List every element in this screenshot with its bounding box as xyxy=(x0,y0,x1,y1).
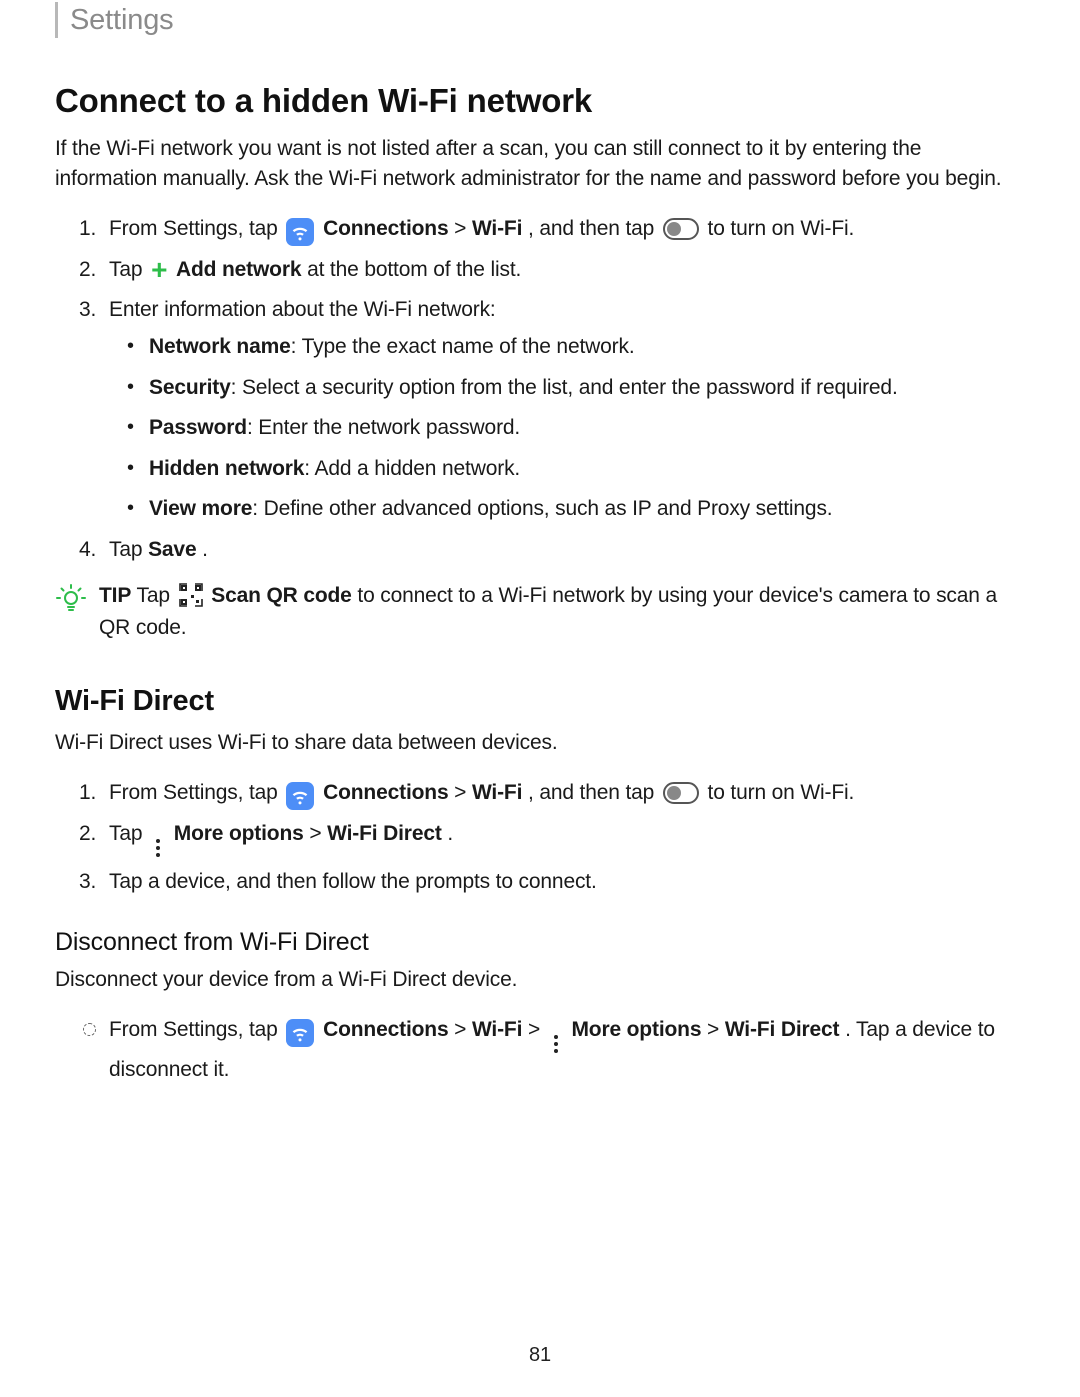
wifi-direct-heading: Wi-Fi Direct xyxy=(55,685,1025,718)
step-number: 3. xyxy=(79,294,96,327)
text: > xyxy=(707,1018,725,1041)
lightbulb-icon xyxy=(55,582,87,614)
connections-label: Connections xyxy=(323,1018,448,1041)
wifi-label: Wi-Fi xyxy=(472,1018,522,1041)
text: > xyxy=(454,1018,472,1041)
page: Settings Connect to a hidden Wi-Fi netwo… xyxy=(0,0,1080,1397)
toggle-icon xyxy=(663,218,699,240)
more-options-label: More options xyxy=(571,1018,701,1041)
step-number: 1. xyxy=(79,213,96,246)
tip-label: TIP xyxy=(99,584,131,607)
scan-qr-label: Scan QR code xyxy=(211,584,351,607)
text: > xyxy=(454,217,472,240)
hidden-network-steps: 1. From Settings, tap Connections > Wi-F… xyxy=(55,213,1025,566)
text: Tap xyxy=(109,538,148,561)
add-network-label: Add network xyxy=(176,258,301,281)
wifi-direct-label: Wi-Fi Direct xyxy=(327,822,442,845)
text: . xyxy=(447,822,453,845)
field-label: Security xyxy=(149,376,231,399)
step-2: 2. Tap More options > Wi-Fi Direct . xyxy=(55,818,1025,858)
text: , and then tap xyxy=(528,217,660,240)
text: at the bottom of the list. xyxy=(307,258,521,281)
save-label: Save xyxy=(148,538,196,561)
text: : Select a security option from the list… xyxy=(231,376,898,399)
step-number: 2. xyxy=(79,254,96,287)
step-number: 2. xyxy=(79,818,96,851)
wifi-label: Wi-Fi xyxy=(472,781,522,804)
list-item: View more: Define other advanced options… xyxy=(109,493,1025,526)
more-options-label: More options xyxy=(174,822,304,845)
step-3: 3. Enter information about the Wi-Fi net… xyxy=(55,294,1025,525)
text: Tap xyxy=(137,584,176,607)
text: > xyxy=(454,781,472,804)
step-3: 3. Tap a device, and then follow the pro… xyxy=(55,866,1025,899)
text: Tap xyxy=(109,822,148,845)
tip-block: TIP Tap Scan QR code to connect to a Wi-… xyxy=(55,580,1025,643)
text: : Define other advanced options, such as… xyxy=(252,497,832,520)
list-item: Network name: Type the exact name of the… xyxy=(109,331,1025,364)
wifi-icon xyxy=(286,1019,314,1047)
section-header: Settings xyxy=(55,0,1025,38)
wifi-icon xyxy=(286,218,314,246)
text: . xyxy=(202,538,208,561)
wifi-icon xyxy=(286,782,314,810)
list-item: Hidden network: Add a hidden network. xyxy=(109,453,1025,486)
step-number: 1. xyxy=(79,777,96,810)
field-label: Network name xyxy=(149,335,291,358)
step-2: 2. Tap + Add network at the bottom of th… xyxy=(55,254,1025,287)
step-1: From Settings, tap Connections > Wi-Fi >… xyxy=(55,1014,1025,1087)
text: , and then tap xyxy=(528,781,660,804)
text: : Type the exact name of the network. xyxy=(291,335,635,358)
text: From Settings, tap xyxy=(109,781,283,804)
step-1: 1. From Settings, tap Connections > Wi-F… xyxy=(55,213,1025,246)
text: From Settings, tap xyxy=(109,217,283,240)
plus-icon: + xyxy=(151,261,167,279)
disconnect-steps: From Settings, tap Connections > Wi-Fi >… xyxy=(55,1014,1025,1087)
section-name: Settings xyxy=(70,4,174,37)
text: to turn on Wi-Fi. xyxy=(708,217,855,240)
disconnect-intro: Disconnect your device from a Wi-Fi Dire… xyxy=(55,965,1025,995)
field-label: Password xyxy=(149,416,247,439)
text: Tap a device, and then follow the prompt… xyxy=(109,870,597,893)
more-options-icon xyxy=(549,1034,563,1054)
step-1: 1. From Settings, tap Connections > Wi-F… xyxy=(55,777,1025,810)
more-options-icon xyxy=(151,838,165,858)
step-4: 4. Tap Save . xyxy=(55,534,1025,567)
disconnect-heading: Disconnect from Wi-Fi Direct xyxy=(55,928,1025,957)
toggle-icon xyxy=(663,782,699,804)
step-number: 4. xyxy=(79,534,96,567)
wifi-label: Wi-Fi xyxy=(472,217,522,240)
tip-text: TIP Tap Scan QR code to connect to a Wi-… xyxy=(99,580,1025,643)
field-label: Hidden network xyxy=(149,457,304,480)
text: to turn on Wi-Fi. xyxy=(708,781,855,804)
field-label: View more xyxy=(149,497,252,520)
qr-code-icon xyxy=(179,583,203,607)
wifi-direct-steps: 1. From Settings, tap Connections > Wi-F… xyxy=(55,777,1025,899)
intro-paragraph: If the Wi-Fi network you want is not lis… xyxy=(55,134,1025,195)
text: : Add a hidden network. xyxy=(304,457,520,480)
text: > xyxy=(309,822,327,845)
connections-label: Connections xyxy=(323,781,448,804)
header-divider xyxy=(55,2,58,38)
network-fields-list: Network name: Type the exact name of the… xyxy=(109,331,1025,526)
list-item: Password: Enter the network password. xyxy=(109,412,1025,445)
text: > xyxy=(528,1018,546,1041)
text: Tap xyxy=(109,258,148,281)
connections-label: Connections xyxy=(323,217,448,240)
wifi-direct-label: Wi-Fi Direct xyxy=(725,1018,840,1041)
text: : Enter the network password. xyxy=(247,416,520,439)
step-number: 3. xyxy=(79,866,96,899)
text: From Settings, tap xyxy=(109,1018,283,1041)
text: Enter information about the Wi-Fi networ… xyxy=(109,298,496,321)
page-title: Connect to a hidden Wi-Fi network xyxy=(55,82,1025,120)
wifi-direct-intro: Wi-Fi Direct uses Wi-Fi to share data be… xyxy=(55,728,1025,758)
page-number: 81 xyxy=(0,1344,1080,1367)
list-item: Security: Select a security option from … xyxy=(109,372,1025,405)
